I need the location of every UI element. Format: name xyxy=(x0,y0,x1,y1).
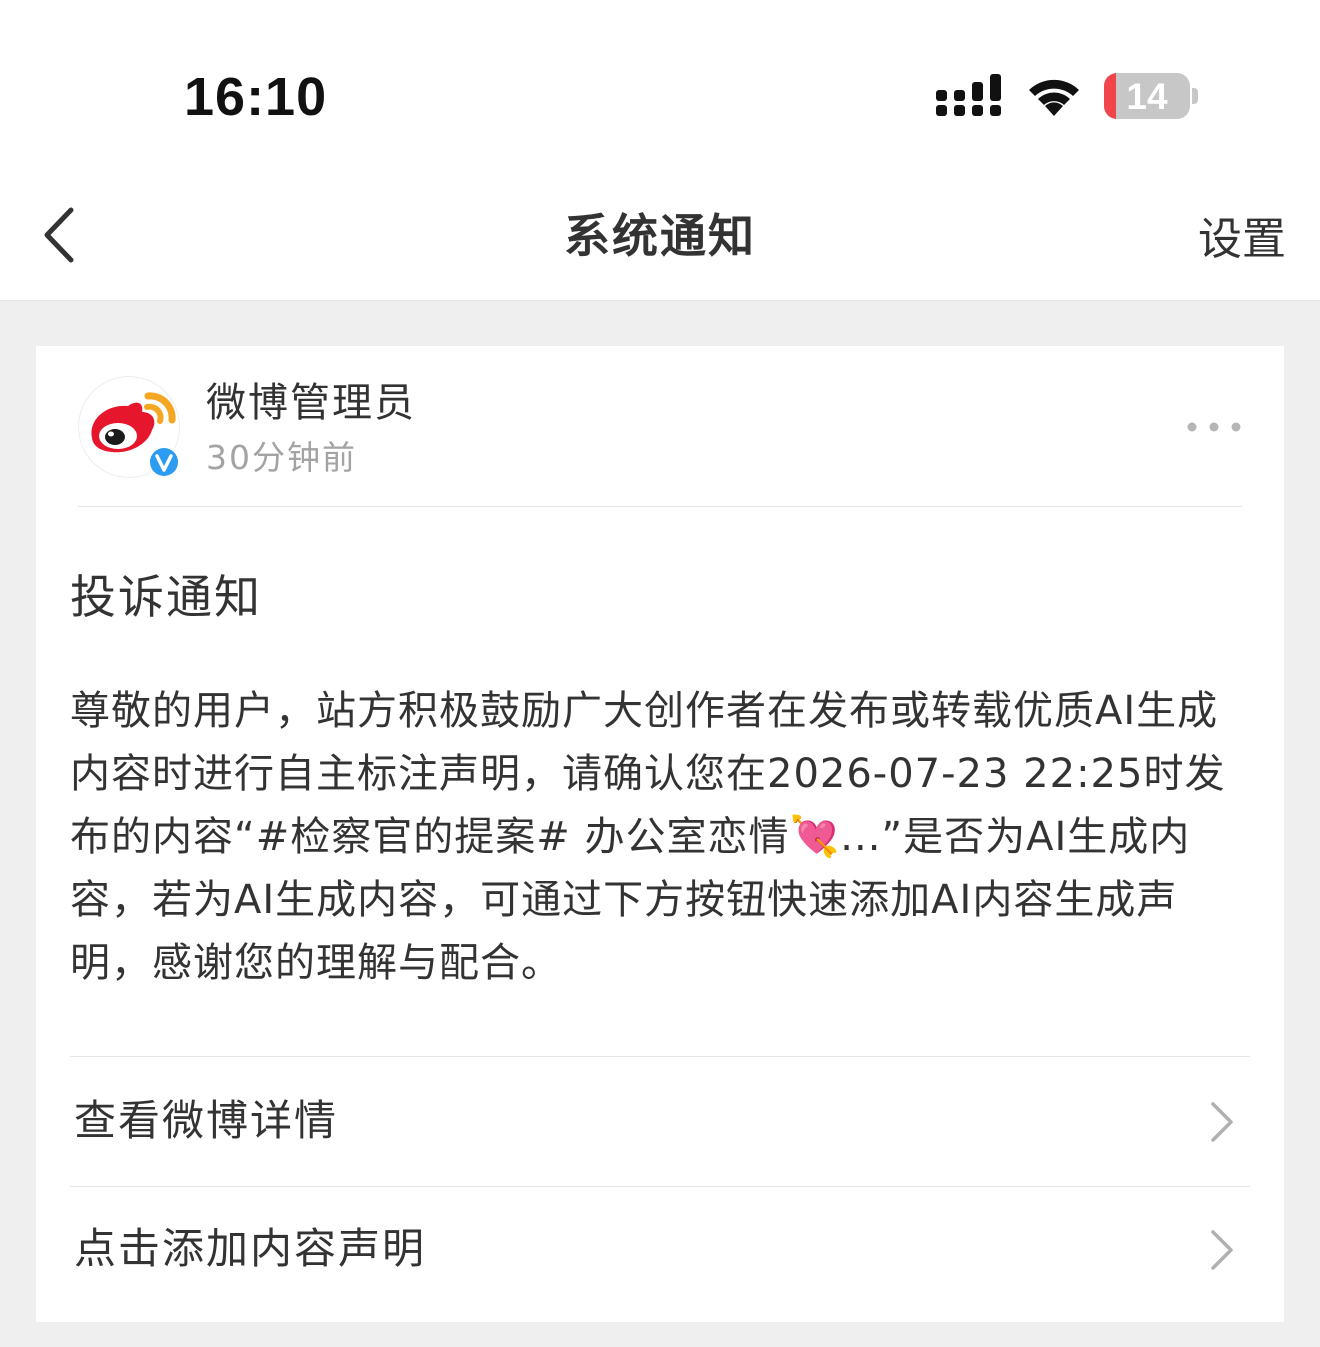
battery-icon: 14 xyxy=(1104,73,1190,119)
more-dots-icon[interactable] xyxy=(1184,410,1248,444)
chevron-left-icon xyxy=(44,207,74,263)
battery-cap xyxy=(1192,88,1198,104)
battery-level: 14 xyxy=(1126,76,1168,117)
notice-title: 投诉通知 xyxy=(70,570,262,624)
back-button[interactable] xyxy=(28,200,88,270)
wifi-icon xyxy=(1029,79,1079,116)
verified-badge-icon xyxy=(147,445,181,479)
sender-name[interactable]: 微博管理员 xyxy=(206,376,416,430)
settings-button[interactable]: 设置 xyxy=(1198,210,1286,270)
page-title: 系统通知 xyxy=(564,209,756,263)
signal-icon xyxy=(936,74,1001,116)
status-bar: 16:10 14 xyxy=(0,0,1320,170)
add-content-declaration-button[interactable]: 点击添加内容声明 xyxy=(70,1186,1250,1314)
notification-card: 微博管理员 30分钟前 投诉通知 尊敬的用户，站方积极鼓励广大创作者在发布或转载… xyxy=(36,346,1284,1322)
status-time: 16:10 xyxy=(184,67,328,127)
notice-body: 尊敬的用户，站方积极鼓励广大创作者在发布或转载优质AI生成内容时进行自主标注声明… xyxy=(70,688,1226,986)
sender-time: 30分钟前 xyxy=(206,438,357,477)
divider xyxy=(78,506,1242,507)
view-weibo-details-button[interactable]: 查看微博详情 xyxy=(70,1058,1250,1186)
divider xyxy=(70,1056,1250,1057)
chevron-right-icon xyxy=(1211,1230,1233,1270)
action-label: 点击添加内容声明 xyxy=(74,1224,427,1273)
sender-row: 微博管理员 30分钟前 xyxy=(36,346,1284,506)
chevron-right-icon xyxy=(1211,1102,1233,1142)
nav-bar: 系统通知 设置 xyxy=(0,170,1320,301)
action-label: 查看微博详情 xyxy=(74,1096,339,1145)
